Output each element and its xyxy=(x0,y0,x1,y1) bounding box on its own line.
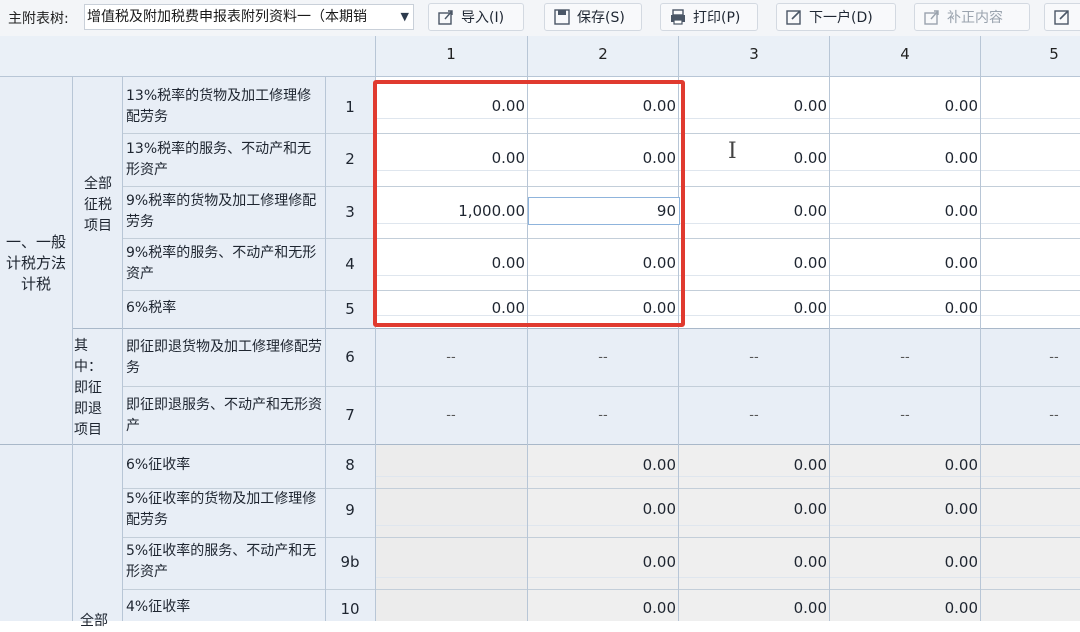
cell-r4-c3[interactable]: 0.00 xyxy=(681,254,827,272)
declaration-table: 1 2 3 4 5 一、一般计税方法计税 全部征税项目 其中：即征即退项目 全部… xyxy=(0,0,1080,629)
cell-r5-c4[interactable]: 0.00 xyxy=(832,299,978,317)
cell-r7-c3: -- xyxy=(749,408,759,423)
section-general-method: 一、一般计税方法计税 xyxy=(5,233,66,293)
row-label-9b: 5%征收率的服务、不动产和无形资产 xyxy=(126,543,317,580)
cell-r2-c4[interactable]: 0.00 xyxy=(832,149,978,167)
cell-r9b-c4[interactable]: 0.00 xyxy=(832,553,978,571)
cell-r8-c3[interactable]: 0.00 xyxy=(681,456,827,474)
disabled-cells xyxy=(376,445,528,621)
cell-r7-c5: -- xyxy=(1049,408,1059,423)
section-simple-method: 全部 xyxy=(80,613,108,629)
row-number-1: 1 xyxy=(345,98,355,116)
cell-r1-c4[interactable]: 0.00 xyxy=(832,97,978,115)
row-label-9: 5%征收率的货物及加工修理修配劳务 xyxy=(126,491,317,528)
cell-r10-c2[interactable]: 0.00 xyxy=(530,599,676,617)
row-number-4: 4 xyxy=(345,255,355,273)
row-number-9b: 9b xyxy=(340,553,360,571)
cell-r9-c3[interactable]: 0.00 xyxy=(681,500,827,518)
row-number-10: 10 xyxy=(340,600,360,618)
row-label-4: 9%税率的服务、不动产和无形资产 xyxy=(126,245,317,282)
row-number-2: 2 xyxy=(345,150,355,168)
cell-r3-c4[interactable]: 0.00 xyxy=(832,202,978,220)
section-all-taxable-items: 全部征税项目 xyxy=(84,176,112,234)
row-label-2: 13%税率的服务、不动产和无形资产 xyxy=(126,141,312,178)
text-cursor-icon: I xyxy=(728,139,737,164)
cell-r8-c2[interactable]: 0.00 xyxy=(530,456,676,474)
row-label-6: 即征即退货物及加工修理修配劳务 xyxy=(126,339,322,376)
cell-r9-c4[interactable]: 0.00 xyxy=(832,500,978,518)
cell-r4-c4[interactable]: 0.00 xyxy=(832,254,978,272)
column-header-1: 1 xyxy=(446,45,456,63)
row-label-3: 9%税率的货物及加工修理修配劳务 xyxy=(126,193,317,230)
cell-r9b-c2[interactable]: 0.00 xyxy=(530,553,676,571)
cell-r10-c4[interactable]: 0.00 xyxy=(832,599,978,617)
row-label-8: 6%征收率 xyxy=(126,457,191,473)
row-label-1: 13%税率的货物及加工修理修配劳务 xyxy=(126,88,312,125)
row-number-7: 7 xyxy=(345,406,355,424)
cell-r6-c4: -- xyxy=(900,350,910,365)
cell-r2-c3[interactable]: 0.00 xyxy=(681,149,827,167)
cell-r10-c3[interactable]: 0.00 xyxy=(681,599,827,617)
row-number-5: 5 xyxy=(345,300,355,318)
cell-r6-c3: -- xyxy=(749,350,759,365)
cell-r7-c1: -- xyxy=(446,408,456,423)
row-number-3: 3 xyxy=(345,203,355,221)
cell-r8-c4[interactable]: 0.00 xyxy=(832,456,978,474)
cell-r1-c3[interactable]: 0.00 xyxy=(681,97,827,115)
column-header-3: 3 xyxy=(749,45,759,63)
row-label-5: 6%税率 xyxy=(126,300,177,316)
cell-r7-c2: -- xyxy=(598,408,608,423)
cell-r3-c3[interactable]: 0.00 xyxy=(681,202,827,220)
row-number-8: 8 xyxy=(345,456,355,474)
cell-r6-c2: -- xyxy=(598,350,608,365)
row-label-7: 即征即退服务、不动产和无形资产 xyxy=(126,397,322,434)
cell-r9b-c3[interactable]: 0.00 xyxy=(681,553,827,571)
row-label-10: 4%征收率 xyxy=(126,599,191,615)
cell-r6-c1: -- xyxy=(446,350,456,365)
column-header-2: 2 xyxy=(598,45,608,63)
section-immediate-refund: 其中：即征即退项目 xyxy=(74,338,102,438)
cell-r7-c4: -- xyxy=(900,408,910,423)
cell-r5-c3[interactable]: 0.00 xyxy=(681,299,827,317)
column-header-4: 4 xyxy=(900,45,910,63)
column-header-5: 5 xyxy=(1049,45,1059,63)
cell-r6-c5: -- xyxy=(1049,350,1059,365)
cell-r9-c2[interactable]: 0.00 xyxy=(530,500,676,518)
highlight-annotation-box xyxy=(373,80,685,327)
row-number-9: 9 xyxy=(345,501,355,519)
row-number-6: 6 xyxy=(345,348,355,366)
